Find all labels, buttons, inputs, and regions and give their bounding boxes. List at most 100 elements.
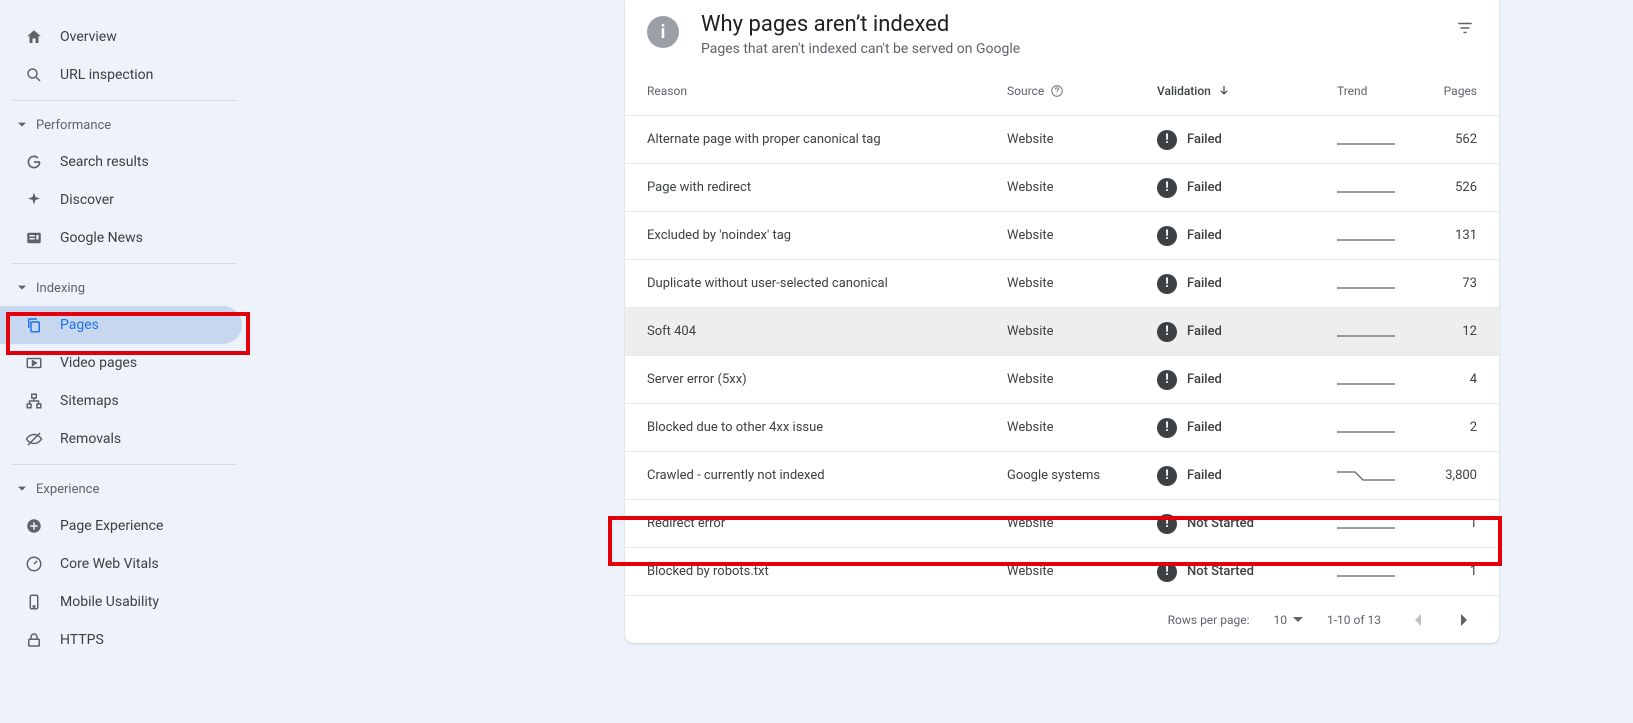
table-row[interactable]: Soft 404Website!Failed12 bbox=[625, 307, 1499, 355]
sidebar: Overview URL inspection Performance Search … bbox=[0, 0, 250, 723]
error-icon: ! bbox=[1157, 466, 1177, 486]
cell-validation: !Failed bbox=[1157, 226, 1337, 246]
sidebar-item-url-inspection[interactable]: URL inspection bbox=[0, 56, 242, 94]
sidebar-item-label: Google News bbox=[60, 230, 143, 246]
error-icon: ! bbox=[1157, 370, 1177, 390]
cell-trend bbox=[1337, 228, 1437, 244]
sidebar-item-label: Discover bbox=[60, 192, 114, 208]
sidebar-item-label: URL inspection bbox=[60, 67, 153, 83]
table-row[interactable]: Excluded by 'noindex' tagWebsite!Failed1… bbox=[625, 211, 1499, 259]
chevron-down-icon bbox=[16, 483, 28, 495]
hide-icon bbox=[24, 429, 44, 449]
cell-source: Google systems bbox=[1007, 468, 1157, 483]
error-icon: ! bbox=[1157, 274, 1177, 294]
table-row[interactable]: Crawled - currently not indexedGoogle sy… bbox=[625, 451, 1499, 499]
phone-icon bbox=[24, 592, 44, 612]
cell-reason: Blocked by robots.txt bbox=[647, 564, 1007, 579]
cell-reason: Alternate page with proper canonical tag bbox=[647, 132, 1007, 147]
cell-reason: Crawled - currently not indexed bbox=[647, 468, 1007, 483]
col-source[interactable]: Source bbox=[1007, 84, 1157, 98]
sidebar-item-google-news[interactable]: Google News bbox=[0, 219, 242, 257]
sidebar-item-video-pages[interactable]: Video pages bbox=[0, 344, 242, 382]
sidebar-item-label: Page Experience bbox=[60, 518, 163, 534]
col-validation[interactable]: Validation bbox=[1157, 84, 1337, 98]
sidebar-item-label: Removals bbox=[60, 431, 121, 447]
prev-page-button[interactable] bbox=[1405, 608, 1429, 632]
cell-trend bbox=[1337, 132, 1437, 148]
sidebar-item-label: Sitemaps bbox=[60, 393, 119, 409]
index-reasons-card: i Why pages aren’t indexed Pages that ar… bbox=[625, 0, 1499, 643]
cell-trend bbox=[1337, 516, 1437, 532]
cell-reason: Soft 404 bbox=[647, 324, 1007, 339]
sidebar-item-label: Search results bbox=[60, 154, 149, 170]
error-icon: ! bbox=[1157, 130, 1177, 150]
sidebar-item-core-web-vitals[interactable]: Core Web Vitals bbox=[0, 545, 242, 583]
table-row[interactable]: Server error (5xx)Website!Failed4 bbox=[625, 355, 1499, 403]
sidebar-item-page-experience[interactable]: Page Experience bbox=[0, 507, 242, 545]
sidebar-item-label: HTTPS bbox=[60, 632, 104, 648]
cell-source: Website bbox=[1007, 564, 1157, 579]
filter-button[interactable] bbox=[1453, 16, 1477, 40]
col-trend[interactable]: Trend bbox=[1337, 84, 1437, 98]
cell-source: Website bbox=[1007, 420, 1157, 435]
table-row[interactable]: Blocked by robots.txtWebsite!Not Started… bbox=[625, 547, 1499, 595]
sidebar-section-performance[interactable]: Performance bbox=[0, 107, 250, 143]
help-icon[interactable] bbox=[1050, 84, 1064, 98]
cell-validation: !Failed bbox=[1157, 178, 1337, 198]
cell-source: Website bbox=[1007, 228, 1157, 243]
cell-source: Website bbox=[1007, 372, 1157, 387]
col-pages[interactable]: Pages bbox=[1437, 84, 1477, 98]
table-row[interactable]: Blocked due to other 4xx issueWebsite!Fa… bbox=[625, 403, 1499, 451]
table-row[interactable]: Page with redirectWebsite!Failed526 bbox=[625, 163, 1499, 211]
sidebar-section-indexing[interactable]: Indexing bbox=[0, 270, 250, 306]
sidebar-item-removals[interactable]: Removals bbox=[0, 420, 242, 458]
card-header: i Why pages aren’t indexed Pages that ar… bbox=[625, 0, 1499, 67]
cell-pages: 73 bbox=[1437, 276, 1477, 291]
g-icon bbox=[24, 152, 44, 172]
cell-validation: !Failed bbox=[1157, 130, 1337, 150]
col-reason[interactable]: Reason bbox=[647, 84, 1007, 98]
sidebar-section-experience[interactable]: Experience bbox=[0, 471, 250, 507]
sidebar-item-label: Core Web Vitals bbox=[60, 556, 159, 572]
cell-source: Website bbox=[1007, 132, 1157, 147]
cell-validation: !Not Started bbox=[1157, 514, 1337, 534]
cell-source: Website bbox=[1007, 516, 1157, 531]
cell-trend bbox=[1337, 420, 1437, 436]
sidebar-item-mobile-usability[interactable]: Mobile Usability bbox=[0, 583, 242, 621]
cell-trend bbox=[1337, 468, 1437, 484]
table-row[interactable]: Duplicate without user-selected canonica… bbox=[625, 259, 1499, 307]
cell-pages: 12 bbox=[1437, 324, 1477, 339]
cell-validation: !Failed bbox=[1157, 274, 1337, 294]
sidebar-item-discover[interactable]: Discover bbox=[0, 181, 242, 219]
sidebar-item-search-results[interactable]: Search results bbox=[0, 143, 242, 181]
sitemap-icon bbox=[24, 391, 44, 411]
cell-pages: 3,800 bbox=[1437, 468, 1477, 483]
cell-trend bbox=[1337, 180, 1437, 196]
sidebar-item-pages[interactable]: Pages bbox=[0, 306, 242, 344]
cell-validation: !Failed bbox=[1157, 322, 1337, 342]
chevron-down-icon bbox=[16, 119, 28, 131]
table-row[interactable]: Redirect errorWebsite!Not Started1 bbox=[625, 499, 1499, 547]
error-icon: ! bbox=[1157, 562, 1177, 582]
sidebar-item-https[interactable]: HTTPS bbox=[0, 621, 242, 659]
sidebar-item-overview[interactable]: Overview bbox=[0, 18, 242, 56]
error-icon: ! bbox=[1157, 178, 1177, 198]
error-icon: ! bbox=[1157, 514, 1177, 534]
table-header: Reason Source Validation Trend Pages bbox=[625, 67, 1499, 115]
search-icon bbox=[24, 65, 44, 85]
table-row[interactable]: Alternate page with proper canonical tag… bbox=[625, 115, 1499, 163]
rows-per-page-label: Rows per page: bbox=[1168, 613, 1250, 627]
lock-icon bbox=[24, 630, 44, 650]
card-subtitle: Pages that aren't indexed can't be serve… bbox=[701, 41, 1020, 57]
card-title: Why pages aren’t indexed bbox=[701, 12, 1020, 37]
sidebar-item-label: Overview bbox=[60, 29, 117, 45]
sidebar-item-sitemaps[interactable]: Sitemaps bbox=[0, 382, 242, 420]
cell-trend bbox=[1337, 276, 1437, 292]
arrow-down-icon bbox=[1217, 84, 1231, 98]
cell-reason: Server error (5xx) bbox=[647, 372, 1007, 387]
cell-validation: !Failed bbox=[1157, 370, 1337, 390]
info-icon: i bbox=[647, 16, 679, 48]
next-page-button[interactable] bbox=[1453, 608, 1477, 632]
rows-per-page-select[interactable]: 10 bbox=[1273, 613, 1303, 627]
cell-pages: 1 bbox=[1437, 516, 1477, 531]
